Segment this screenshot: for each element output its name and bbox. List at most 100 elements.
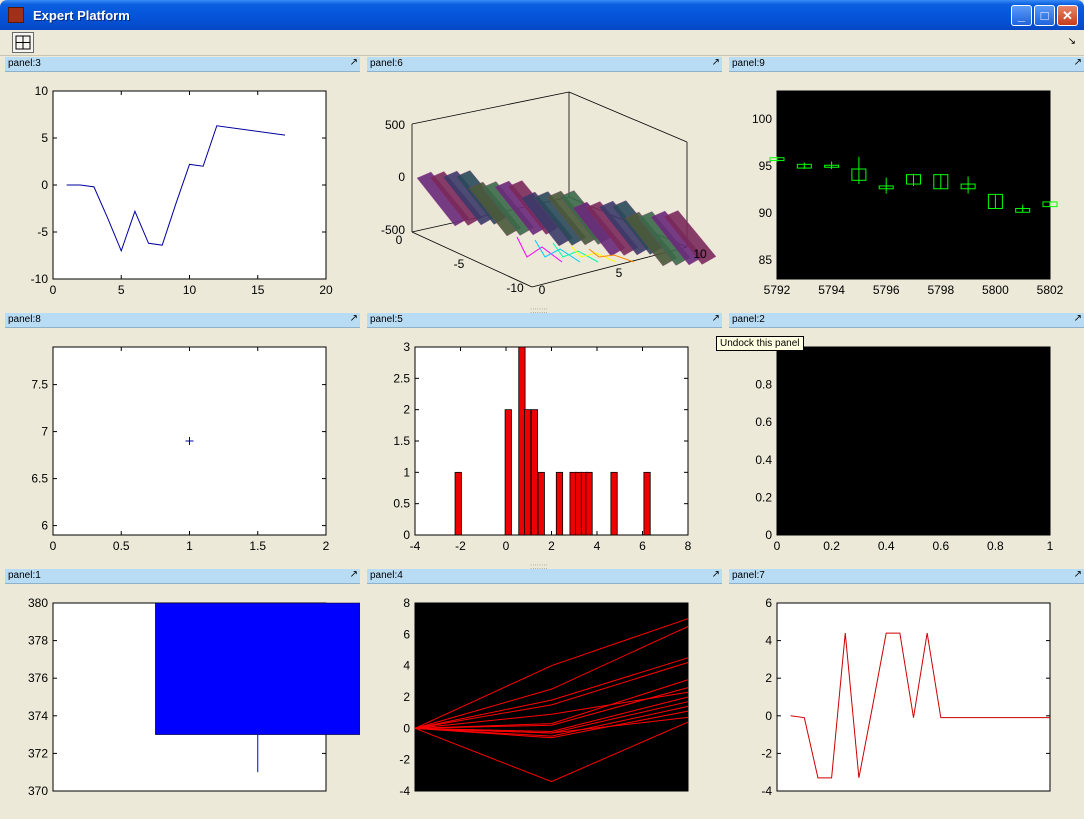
x-tick-label: 5792 xyxy=(764,283,791,297)
y-tick-label: 90 xyxy=(759,206,773,220)
panel-header: panel:5 ↗ xyxy=(367,313,722,328)
y-tick-label: 0 xyxy=(765,528,772,542)
matlab-app-icon xyxy=(8,7,24,23)
y-tick-label: 2 xyxy=(403,403,410,417)
horizontal-splitter-handle[interactable]: :::::::: xyxy=(530,562,548,571)
panel-header: panel:8 ↗ xyxy=(5,313,360,328)
axis-tick-label: -10 xyxy=(506,281,524,295)
chart-svg: 5000-5000-5-10 0510 xyxy=(381,91,717,297)
panel-8: panel:8 ↗ 6 6.5 7 7.5 0 0.5 1 1.5 2 xyxy=(5,313,360,563)
grid-layout-icon xyxy=(15,35,31,50)
panel-header: panel:1 ↗ xyxy=(5,569,360,584)
panel-header: panel:3 ↗ xyxy=(5,57,360,72)
plot-area xyxy=(776,346,1051,536)
horizontal-splitter-handle[interactable]: :::::::: xyxy=(530,306,548,315)
undock-icon[interactable]: ↗ xyxy=(1074,313,1082,324)
y-tick-label: 1.5 xyxy=(393,434,410,448)
x-tick-label: 2 xyxy=(548,539,555,553)
x-tick-label: 0 xyxy=(50,283,57,297)
panel-6: panel:6 ↗ 500 0 -500 0 -5 -10 0 5 10 xyxy=(367,57,722,307)
axis-tick-label: 10 xyxy=(693,247,707,261)
y-tick-label: -5 xyxy=(37,225,48,239)
undock-icon[interactable]: ↗ xyxy=(712,57,720,68)
histogram-bar xyxy=(610,471,618,536)
axis-tick-label: 0 xyxy=(396,233,403,247)
y-tick-label: -2 xyxy=(399,753,410,767)
panel-title: panel:6 xyxy=(370,58,403,69)
y-tick-label: 2 xyxy=(403,690,410,704)
panel-header: panel:7 ↗ xyxy=(729,569,1084,584)
y-tick-label: 1 xyxy=(403,465,410,479)
x-tick-label: 5794 xyxy=(818,283,845,297)
histogram-bar xyxy=(537,471,545,536)
chart-svg: -4 -2 0 2 4 6 xyxy=(761,596,1051,798)
y-tick-label: 0 xyxy=(765,709,772,723)
x-tick-label: 0 xyxy=(774,539,781,553)
y-tick-label: 0 xyxy=(403,721,410,735)
y-tick-label: 0 xyxy=(41,178,48,192)
histogram-bar xyxy=(504,409,512,536)
axis-tick-label: 0 xyxy=(398,170,405,184)
y-tick-label: 378 xyxy=(28,634,48,648)
panel-4: panel:4 ↗ -4 -2 0 2 4 6 8 xyxy=(367,569,722,800)
x-tick-label: 10 xyxy=(183,283,197,297)
y-tick-label: 374 xyxy=(28,709,48,723)
dock-arrow-icon[interactable]: ↘ xyxy=(1068,36,1076,47)
panel-title: panel:2 xyxy=(732,314,765,325)
chart-svg: 0 0.2 0.4 0.6 0.8 0 0.2 0.4 0.6 0.8 1 xyxy=(755,346,1054,553)
panel-title: panel:8 xyxy=(8,314,41,325)
x-tick-label: 15 xyxy=(251,283,265,297)
y-tick-label: 6 xyxy=(403,627,410,641)
plot-area xyxy=(414,602,689,792)
y-tick-label: 6 xyxy=(765,596,772,610)
panel-title: panel:4 xyxy=(370,570,403,581)
x-tick-label: 0 xyxy=(503,539,510,553)
panel-header: panel:2 ↗ xyxy=(729,313,1084,328)
x-tick-label: 0.6 xyxy=(932,539,949,553)
histogram-bar xyxy=(454,471,462,536)
panel-title: panel:1 xyxy=(8,570,41,581)
x-tick-label: 5796 xyxy=(873,283,900,297)
undock-icon[interactable]: ↗ xyxy=(712,313,720,324)
x-tick-label: 5802 xyxy=(1037,283,1064,297)
chart-svg: 85 90 95 100 5792 5794 5796 5798 5800 5802 xyxy=(752,90,1064,297)
close-button[interactable]: ✕ xyxy=(1057,5,1078,26)
y-tick-label: 6.5 xyxy=(31,472,48,486)
histogram-bar xyxy=(585,471,593,536)
x-tick-label: 5 xyxy=(118,283,125,297)
maximize-button[interactable]: □ xyxy=(1034,5,1055,26)
undock-icon[interactable]: ↗ xyxy=(712,569,720,580)
histogram-bar xyxy=(530,409,539,536)
undock-icon[interactable]: ↗ xyxy=(350,57,358,68)
panel-5: panel:5 ↗ 0 0.5 1 1.5 2 2.5 3 -4 -2 0 2 4 6 8 xyxy=(367,313,722,563)
y-tick-label: 7.5 xyxy=(31,378,48,392)
y-tick-label: -4 xyxy=(761,784,772,798)
undock-icon[interactable]: ↗ xyxy=(350,569,358,580)
panel-title: panel:3 xyxy=(8,58,41,69)
undock-icon[interactable]: ↗ xyxy=(350,313,358,324)
x-tick-label: 6 xyxy=(639,539,646,553)
x-tick-label: 8 xyxy=(685,539,692,553)
y-tick-label: 372 xyxy=(28,746,48,760)
x-tick-label: 0.8 xyxy=(987,539,1004,553)
undock-icon[interactable]: ↗ xyxy=(1074,57,1082,68)
histogram-bar xyxy=(555,471,564,536)
axis-tick-label: -5 xyxy=(454,257,465,271)
y-tick-label: -4 xyxy=(399,784,410,798)
minimize-button[interactable]: _ xyxy=(1011,5,1032,26)
x-tick-label: 0.2 xyxy=(823,539,840,553)
x-tick-label: 1 xyxy=(1047,539,1054,553)
y-tick-label: 0.2 xyxy=(755,490,772,504)
x-tick-label: 5800 xyxy=(982,283,1009,297)
x-tick-label: 1 xyxy=(186,539,193,553)
panel-header: panel:4 ↗ xyxy=(367,569,722,584)
x-tick-label: 0.4 xyxy=(878,539,895,553)
toolbar: ↘ xyxy=(0,30,1084,56)
x-tick-label: 1.5 xyxy=(249,539,266,553)
undock-icon[interactable]: ↗ xyxy=(1074,569,1082,580)
panel-header: panel:9 ↗ xyxy=(729,57,1084,72)
window-title: Expert Platform xyxy=(33,8,130,23)
grid-layout-button[interactable] xyxy=(12,32,34,53)
panel-title: panel:5 xyxy=(370,314,403,325)
y-tick-label: 4 xyxy=(765,634,772,648)
